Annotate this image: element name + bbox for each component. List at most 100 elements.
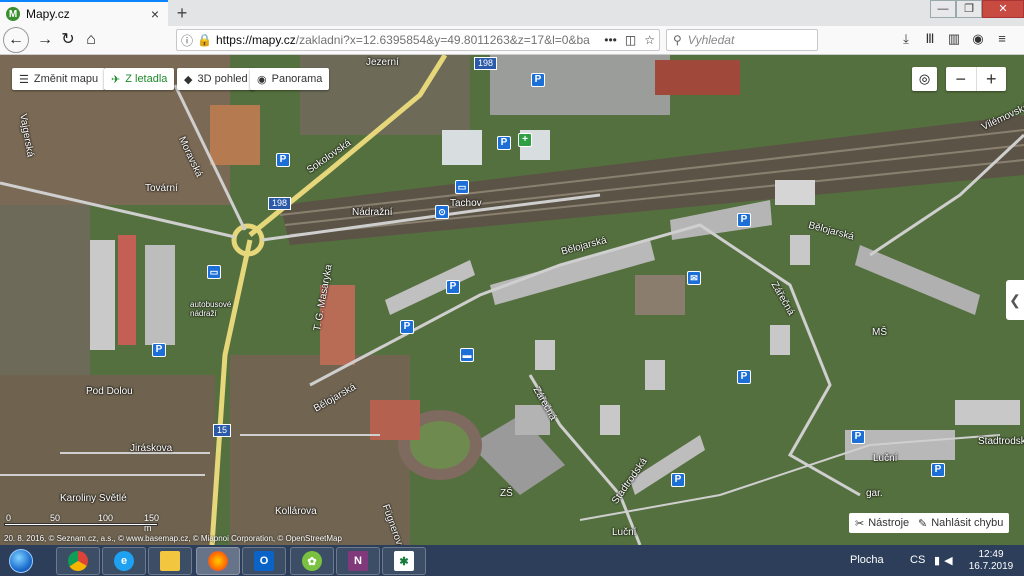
parking-icon[interactable]: P	[671, 473, 685, 487]
volume-icon[interactable]: ◀	[944, 554, 952, 567]
parking-icon[interactable]: P	[152, 343, 166, 357]
my-location-icon[interactable]: ◎	[912, 67, 937, 91]
system-tray: ▮ ◀	[934, 554, 953, 567]
language-indicator[interactable]: CS	[910, 554, 925, 566]
forward-arrow-icon[interactable]: →	[33, 29, 57, 51]
parking-icon[interactable]: P	[400, 320, 414, 334]
map-copyright: 20. 8. 2016, © Seznam.cz, a.s., © www.ba…	[4, 534, 342, 543]
folder-icon	[160, 551, 180, 571]
url-text[interactable]: https://mapy.cz/zakladni?x=12.6395854&y=…	[216, 33, 598, 47]
start-button[interactable]	[2, 547, 40, 575]
change-map-button[interactable]: ☰ Změnit mapu	[12, 68, 106, 90]
panorama-button[interactable]: ◉ Panorama	[250, 68, 330, 90]
icq-taskbar-button[interactable]: ✿	[290, 547, 334, 575]
scale-label: 100	[98, 513, 114, 523]
scale-label: 50	[50, 513, 61, 523]
explorer-taskbar-button[interactable]	[148, 547, 192, 575]
parking-icon[interactable]: P	[446, 280, 460, 294]
bicycle-icon[interactable]: ⊙	[435, 205, 449, 219]
download-icon[interactable]: ⤓	[898, 31, 914, 49]
navigation-bar: ← → ↻ ⌂ ⓘ 🔒 https://mapy.cz/zakladni?x=1…	[0, 26, 1024, 55]
tab-mapy[interactable]: M Mapy.cz ×	[0, 0, 168, 26]
search-input[interactable]: ⚲ Vyhledat	[666, 29, 818, 51]
aerial-view-button[interactable]: ✈ Z letadla	[104, 68, 175, 90]
bus-icon[interactable]: ▭	[455, 180, 469, 194]
back-arrow-icon[interactable]: ←	[3, 27, 29, 53]
close-tab-icon[interactable]: ×	[148, 6, 162, 22]
clock[interactable]: 12:49 16.7.2019	[966, 549, 1016, 573]
account-icon[interactable]: ◉	[970, 31, 986, 49]
ie-taskbar-button[interactable]: e	[102, 547, 146, 575]
parking-icon[interactable]: P	[737, 213, 751, 227]
mapy-favicon-icon: M	[6, 7, 20, 21]
scale-bar	[4, 523, 158, 526]
chrome-icon	[68, 551, 88, 571]
parking-icon[interactable]: P	[851, 430, 865, 444]
outlook-taskbar-button[interactable]: O	[242, 547, 286, 575]
bus-stop-icon[interactable]: ▭	[207, 265, 221, 279]
url-path: /zakladni?x=12.6395854&y=49.8011263&z=17…	[295, 33, 590, 47]
parking-icon[interactable]: P	[531, 73, 545, 87]
menu-icon[interactable]: ≡	[994, 31, 1010, 49]
browser-toolbar-icons: ⤓ Ⅲ ▥ ◉ ≡	[898, 31, 1010, 49]
layers-icon: ☰	[19, 73, 29, 86]
zoom-control: − +	[946, 67, 1006, 91]
aerial-map-image	[0, 55, 1024, 545]
internet-explorer-icon: e	[114, 551, 134, 571]
scale-label: 150 m	[144, 513, 160, 533]
home-icon[interactable]: ⌂	[79, 29, 103, 51]
maximize-button[interactable]: ❐	[956, 0, 982, 18]
reload-icon[interactable]: ↻	[56, 29, 80, 51]
sidebar-icon[interactable]: ▥	[946, 31, 962, 49]
eye-icon: ◉	[257, 73, 267, 86]
search-icon: ⚲	[673, 33, 682, 47]
parking-icon[interactable]: P	[276, 153, 290, 167]
new-tab-icon[interactable]: +	[172, 3, 192, 23]
bookmark-star-icon[interactable]: ☆	[644, 33, 655, 47]
search-placeholder: Vyhledat	[687, 33, 735, 47]
clock-date: 16.7.2019	[968, 561, 1014, 572]
hotel-icon[interactable]: ▬	[460, 348, 474, 362]
minimize-button[interactable]: —	[930, 0, 956, 18]
firefox-icon	[208, 551, 228, 571]
app-icon: ✱	[394, 551, 414, 571]
road-number-sign: 198	[268, 197, 292, 210]
chevron-left-icon[interactable]: ❮	[1006, 280, 1024, 320]
map-view[interactable]: Jezerní Vajgerská Moravská Sokolovská To…	[0, 55, 1024, 545]
chrome-taskbar-button[interactable]	[56, 547, 100, 575]
outlook-icon: O	[254, 551, 274, 571]
parking-icon[interactable]: P	[737, 370, 751, 384]
page-actions-icon[interactable]: •••	[604, 33, 617, 47]
scale-label: 0	[6, 513, 12, 523]
desktop-toolbar-label[interactable]: Plocha	[850, 554, 884, 566]
tools-icon: ✂	[855, 517, 865, 530]
post-office-icon[interactable]: ✉	[687, 271, 701, 285]
app-taskbar-button[interactable]: ✱	[382, 547, 426, 575]
parking-icon[interactable]: P	[931, 463, 945, 477]
zoom-in-button[interactable]: +	[977, 67, 1007, 91]
tools-button[interactable]: ✂ Nástroje	[849, 513, 916, 533]
3d-view-button[interactable]: ◆ 3D pohled	[177, 68, 255, 90]
onenote-taskbar-button[interactable]: N	[336, 547, 380, 575]
pencil-icon: ✎	[918, 517, 928, 530]
report-error-label: Nahlásit chybu	[931, 517, 1004, 529]
network-icon[interactable]: ▮	[934, 554, 940, 567]
info-icon[interactable]: ⓘ	[181, 32, 193, 49]
firefox-taskbar-button[interactable]	[196, 547, 240, 575]
3d-view-label: 3D pohled	[197, 73, 248, 85]
url-bar[interactable]: ⓘ 🔒 https://mapy.cz/zakladni?x=12.639585…	[176, 29, 660, 51]
zoom-out-button[interactable]: −	[946, 67, 977, 91]
tools-label: Nástroje	[868, 517, 910, 529]
report-error-button[interactable]: ✎ Nahlásit chybu	[912, 513, 1010, 533]
close-window-button[interactable]: ✕	[982, 0, 1024, 18]
airplane-icon: ✈	[111, 73, 121, 86]
tab-bar: M Mapy.cz × + — ❐ ✕	[0, 0, 1024, 26]
library-icon[interactable]: Ⅲ	[922, 31, 938, 49]
panorama-label: Panorama	[271, 73, 323, 85]
lock-icon: 🔒	[197, 33, 212, 47]
road-number-sign: 15	[213, 424, 232, 437]
map-scale: 0 50 100 150 m	[4, 513, 160, 533]
pocket-icon[interactable]: ◫	[625, 33, 636, 47]
pharmacy-icon[interactable]: +	[518, 133, 532, 147]
parking-icon[interactable]: P	[497, 136, 511, 150]
